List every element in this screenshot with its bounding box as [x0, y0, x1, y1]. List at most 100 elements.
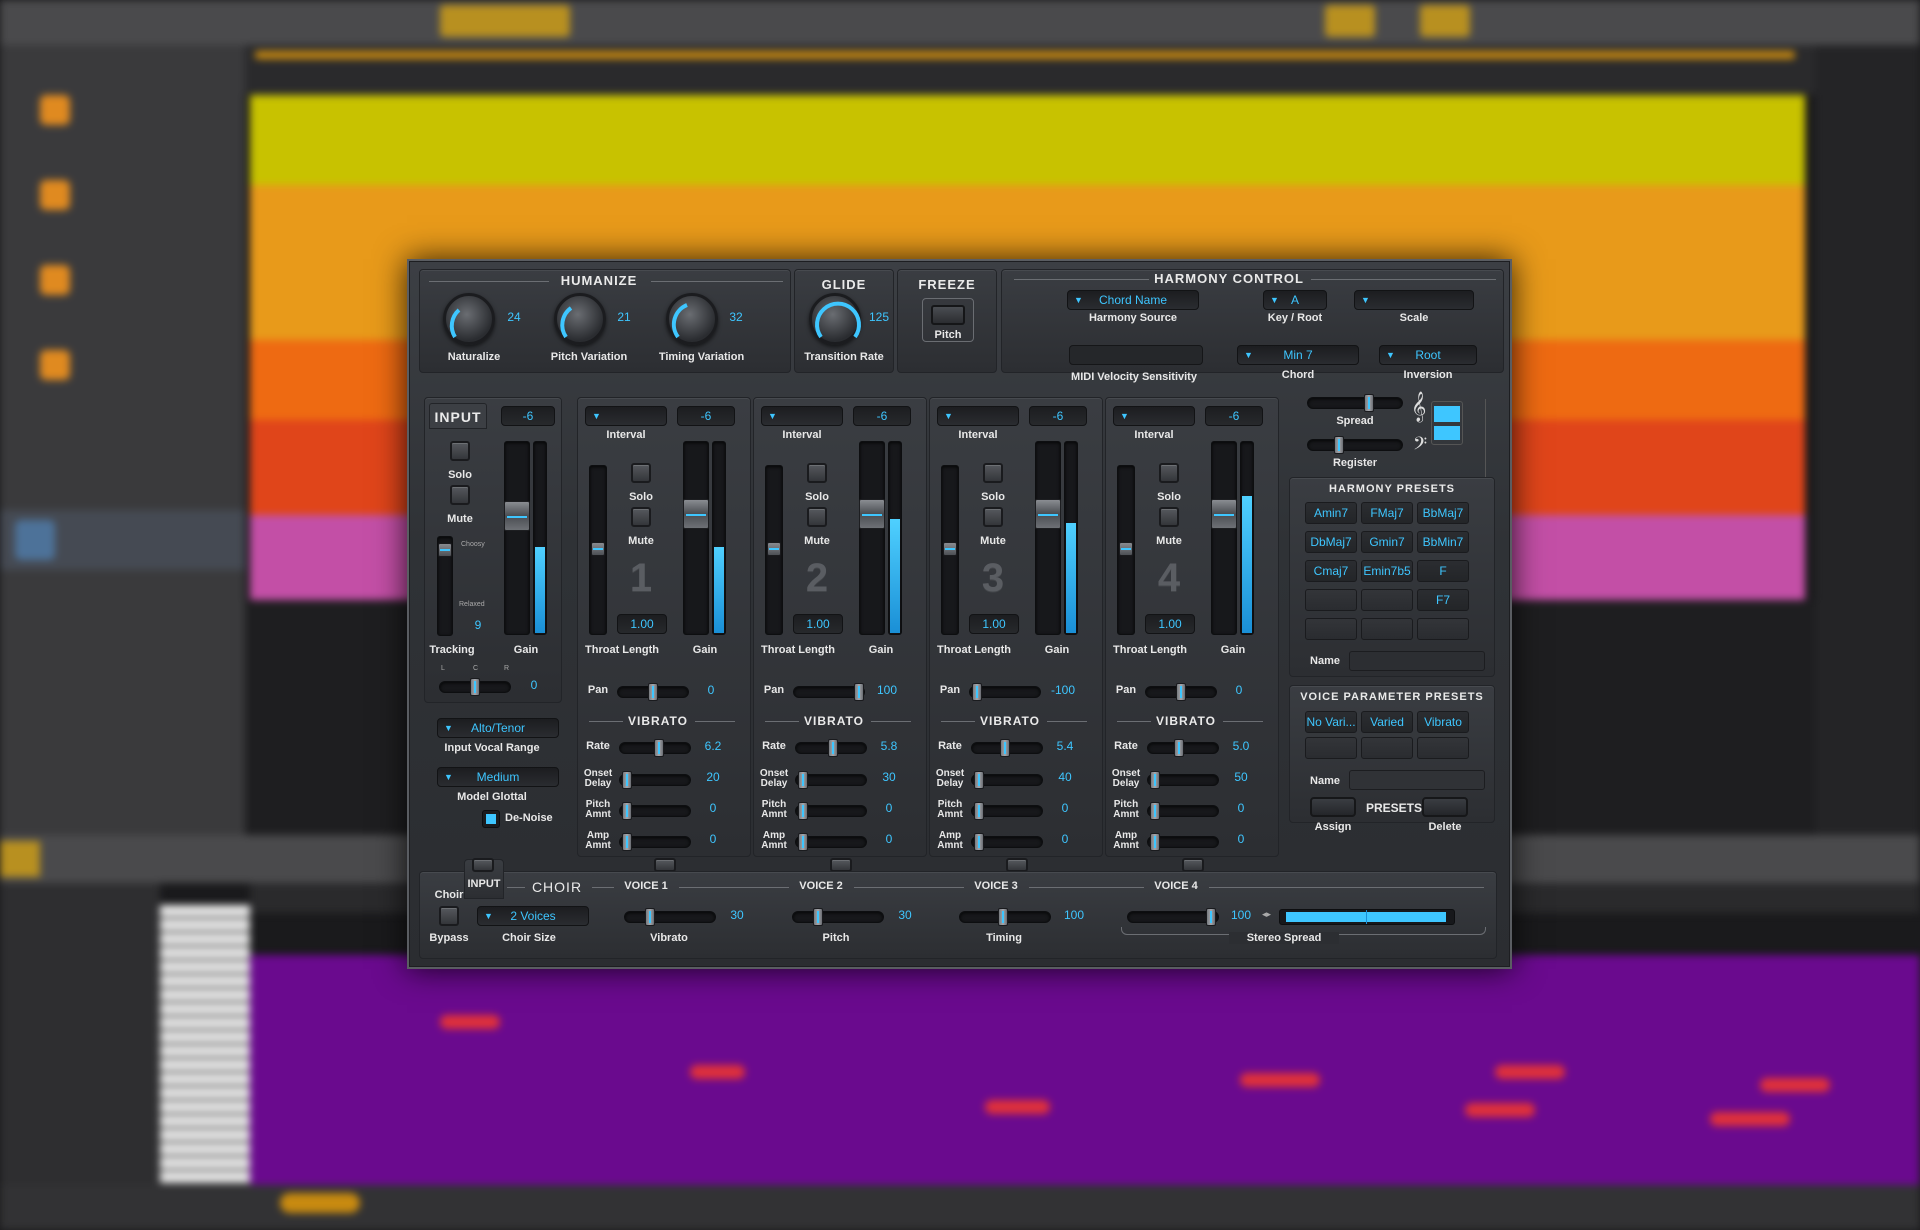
voice-param-preset-3[interactable]: Vibrato	[1417, 711, 1469, 733]
inversion-dropdown[interactable]: ▼ Root	[1379, 345, 1477, 365]
spread-slider[interactable]	[1307, 394, 1403, 412]
input-pan-thumb[interactable]	[470, 678, 480, 696]
voice-4-amp-amnt-thumb[interactable]	[1150, 833, 1160, 851]
timing-variation-knob[interactable]	[666, 293, 718, 345]
voice-3-pan-slider[interactable]	[969, 683, 1041, 701]
voice-4-onset-slider[interactable]	[1147, 771, 1219, 789]
voice-4-pitch-amnt-thumb[interactable]	[1150, 802, 1160, 820]
voice-3-onset-thumb[interactable]	[974, 771, 984, 789]
voice-4-choir-button[interactable]	[1182, 858, 1204, 872]
voice-1-rate-thumb[interactable]	[654, 739, 664, 757]
harmony-preset-3[interactable]: BbMaj7	[1417, 502, 1469, 524]
input-vocal-range-dropdown[interactable]: ▼ Alto/Tenor	[437, 718, 559, 738]
transition-rate-knob[interactable]	[809, 293, 861, 345]
choir-size-dropdown[interactable]: ▼ 2 Voices	[477, 906, 589, 926]
voice-1-gain-fader[interactable]	[683, 441, 709, 635]
harmony-preset-2[interactable]: FMaj7	[1361, 502, 1413, 524]
voice-3-pitch-amnt-slider[interactable]	[971, 802, 1043, 820]
voice-3-amp-amnt-slider[interactable]	[971, 833, 1043, 851]
voice-2-throat-thumb[interactable]	[767, 542, 781, 556]
chord-dropdown[interactable]: ▼ Min 7	[1237, 345, 1359, 365]
voice-2-pitch-amnt-slider[interactable]	[795, 802, 867, 820]
voice-4-throat-value[interactable]: 1.00	[1145, 614, 1195, 634]
voice-2-interval-dropdown[interactable]: ▼	[761, 406, 843, 426]
voice-1-mute-button[interactable]	[631, 507, 651, 527]
voice-4-pitch-amnt-slider[interactable]	[1147, 802, 1219, 820]
voice-2-amp-amnt-slider[interactable]	[795, 833, 867, 851]
voice-1-amp-amnt-thumb[interactable]	[622, 833, 632, 851]
voice-1-onset-thumb[interactable]	[622, 771, 632, 789]
voice-2-pan-thumb[interactable]	[854, 683, 864, 701]
voice-3-gain-fader-cap[interactable]	[1035, 499, 1061, 529]
harmony-preset-8[interactable]: Emin7b5	[1361, 560, 1413, 582]
voice-preset-name-input[interactable]	[1349, 770, 1485, 790]
voice-4-amp-amnt-slider[interactable]	[1147, 833, 1219, 851]
voice-4-onset-thumb[interactable]	[1150, 771, 1160, 789]
harmony-preset-6[interactable]: BbMin7	[1417, 531, 1469, 553]
voice-4-throat-thumb[interactable]	[1119, 542, 1133, 556]
voice-1-throat-value[interactable]: 1.00	[617, 614, 667, 634]
choir-stereo-slider[interactable]	[1127, 908, 1219, 926]
voice-1-solo-button[interactable]	[631, 463, 651, 483]
choir-input-button[interactable]	[472, 858, 494, 872]
voice-2-gain-value[interactable]: -6	[853, 406, 911, 426]
voice-2-pan-slider[interactable]	[793, 683, 865, 701]
voice-4-pan-slider[interactable]	[1145, 683, 1217, 701]
scale-dropdown[interactable]: ▼	[1354, 290, 1474, 310]
harmony-preset-7[interactable]: Cmaj7	[1305, 560, 1357, 582]
voice-1-choir-button[interactable]	[654, 858, 676, 872]
choir-pitch-thumb[interactable]	[813, 908, 823, 926]
input-gain-fader[interactable]	[504, 441, 530, 635]
voice-3-rate-slider[interactable]	[971, 739, 1043, 757]
harmony-preset-5[interactable]: Gmin7	[1361, 531, 1413, 553]
voice-param-preset-1[interactable]: No Vari...	[1305, 711, 1357, 733]
voice-1-amp-amnt-slider[interactable]	[619, 833, 691, 851]
voice-param-preset-6[interactable]	[1417, 737, 1469, 759]
harmony-preset-9[interactable]: F	[1417, 560, 1469, 582]
tracking-thumb[interactable]	[438, 543, 452, 557]
voice-4-solo-button[interactable]	[1159, 463, 1179, 483]
voice-1-pan-thumb[interactable]	[648, 683, 658, 701]
model-glottal-dropdown[interactable]: ▼ Medium	[437, 767, 559, 787]
harmony-preset-15[interactable]	[1417, 618, 1469, 640]
voice-1-pan-slider[interactable]	[617, 683, 689, 701]
assign-button[interactable]	[1310, 797, 1356, 817]
input-gain-value[interactable]: -6	[501, 406, 555, 426]
voice-2-rate-thumb[interactable]	[828, 739, 838, 757]
voice-1-interval-dropdown[interactable]: ▼	[585, 406, 667, 426]
choir-vibrato-thumb[interactable]	[645, 908, 655, 926]
voice-2-throat-value[interactable]: 1.00	[793, 614, 843, 634]
voice-3-amp-amnt-thumb[interactable]	[974, 833, 984, 851]
harmony-source-dropdown[interactable]: ▼ Chord Name	[1067, 290, 1199, 310]
voice-2-gain-fader[interactable]	[859, 441, 885, 635]
voice-2-choir-button[interactable]	[830, 858, 852, 872]
harmony-preset-1[interactable]: Amin7	[1305, 502, 1357, 524]
voice-1-gain-fader-cap[interactable]	[683, 499, 709, 529]
voice-1-throat-thumb[interactable]	[591, 542, 605, 556]
naturalize-knob[interactable]	[443, 293, 495, 345]
spread-thumb[interactable]	[1364, 394, 1374, 412]
voice-4-gain-value[interactable]: -6	[1205, 406, 1263, 426]
voice-3-mute-button[interactable]	[983, 507, 1003, 527]
voice-3-gain-fader[interactable]	[1035, 441, 1061, 635]
voice-4-interval-dropdown[interactable]: ▼	[1113, 406, 1195, 426]
choir-pitch-slider[interactable]	[792, 908, 884, 926]
voice-2-gain-fader-cap[interactable]	[859, 499, 885, 529]
voice-1-pitch-amnt-slider[interactable]	[619, 802, 691, 820]
delete-button[interactable]	[1422, 797, 1468, 817]
voice-2-pitch-amnt-thumb[interactable]	[798, 802, 808, 820]
voice-3-solo-button[interactable]	[983, 463, 1003, 483]
register-slider[interactable]	[1307, 436, 1403, 454]
voice-1-pitch-amnt-thumb[interactable]	[622, 802, 632, 820]
voice-2-amp-amnt-thumb[interactable]	[798, 833, 808, 851]
denoise-checkbox[interactable]	[482, 810, 500, 828]
voice-1-rate-slider[interactable]	[619, 739, 691, 757]
voice-3-interval-dropdown[interactable]: ▼	[937, 406, 1019, 426]
voice-2-onset-thumb[interactable]	[798, 771, 808, 789]
voice-2-onset-slider[interactable]	[795, 771, 867, 789]
input-mute-button[interactable]	[450, 485, 470, 505]
voice-2-rate-slider[interactable]	[795, 739, 867, 757]
choir-bypass-button[interactable]	[439, 906, 459, 926]
voice-4-mute-button[interactable]	[1159, 507, 1179, 527]
choir-timing-thumb[interactable]	[998, 908, 1008, 926]
